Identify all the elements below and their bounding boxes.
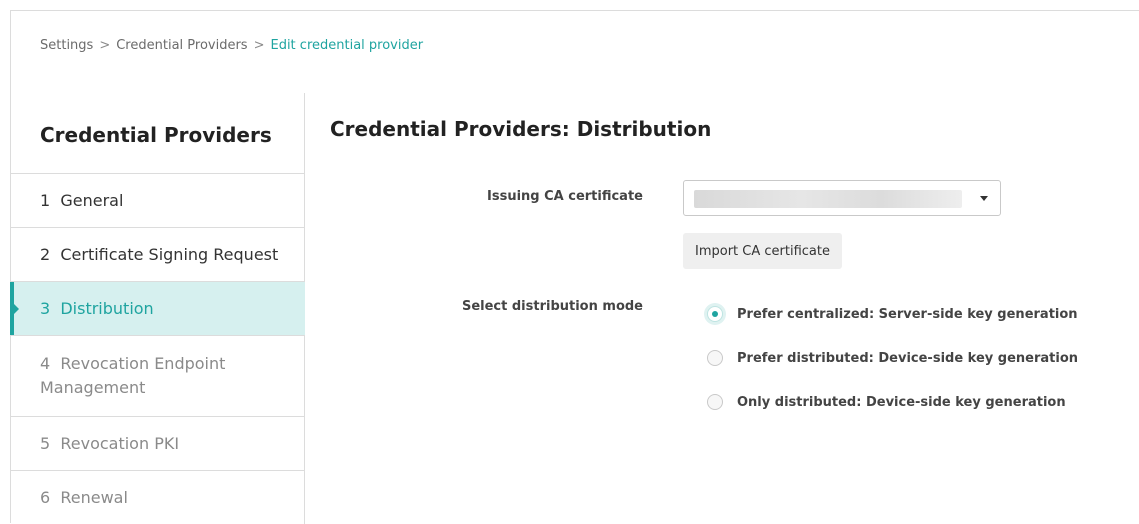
issuing-ca-certificate-label: Issuing CA certificate [487, 189, 643, 204]
radio-button[interactable] [707, 350, 723, 366]
sidebar-step-label-line2: Management [40, 378, 146, 397]
sidebar-step-revocation-endpoint-management[interactable]: 4 Revocation Endpoint Management [11, 335, 305, 416]
sidebar-title: Credential Providers [40, 123, 272, 147]
sidebar-step-label: 3 Distribution [40, 299, 154, 318]
breadcrumb-item-credential-providers[interactable]: Credential Providers [116, 38, 247, 53]
breadcrumb-separator: > [99, 38, 111, 53]
wizard-sidebar: Credential Providers 1 General 2 Certifi… [10, 93, 305, 524]
radio-button[interactable] [707, 394, 723, 410]
breadcrumb-item-settings[interactable]: Settings [40, 38, 93, 53]
sidebar-step-label: 4 Revocation Endpoint [40, 354, 226, 373]
sidebar-step-label: 2 Certificate Signing Request [40, 245, 279, 264]
chevron-down-icon [980, 196, 988, 201]
radio-option-prefer-centralized[interactable]: Prefer centralized: Server-side key gene… [707, 306, 1078, 322]
breadcrumb-separator: > [253, 38, 265, 53]
sidebar-step-distribution[interactable]: 3 Distribution [10, 281, 305, 335]
breadcrumb: Settings > Credential Providers > Edit crede… [40, 38, 423, 53]
active-step-indicator [10, 282, 19, 335]
issuing-ca-certificate-select[interactable] [683, 180, 1001, 216]
breadcrumb-current: Edit credential provider [270, 38, 424, 53]
import-ca-certificate-button[interactable]: Import CA certificate [683, 233, 842, 269]
redacted-value [694, 190, 962, 208]
page-title: Credential Providers: Distribution [330, 117, 712, 141]
app-frame: Settings > Credential Providers > Edit crede… [10, 10, 1139, 524]
sidebar-step-general[interactable]: 1 General [11, 173, 305, 227]
sidebar-step-label: 5 Revocation PKI [40, 434, 180, 453]
radio-option-prefer-distributed[interactable]: Prefer distributed: Device-side key gene… [707, 350, 1078, 366]
radio-label: Prefer centralized: Server-side key gene… [737, 306, 1078, 322]
radio-label: Only distributed: Device-side key genera… [737, 394, 1066, 410]
sidebar-step-label-wrap: 4 Revocation Endpoint Management [40, 352, 225, 400]
sidebar-step-renewal[interactable]: 6 Renewal [11, 470, 305, 524]
sidebar-step-label: 6 Renewal [40, 488, 128, 507]
radio-button-selected[interactable] [707, 306, 723, 322]
radio-option-only-distributed[interactable]: Only distributed: Device-side key genera… [707, 394, 1066, 410]
radio-label: Prefer distributed: Device-side key gene… [737, 350, 1079, 366]
sidebar-step-revocation-pki[interactable]: 5 Revocation PKI [11, 416, 305, 470]
distribution-mode-label: Select distribution mode [461, 299, 643, 314]
sidebar-step-label: 1 General [40, 191, 124, 210]
sidebar-step-certificate-signing-request[interactable]: 2 Certificate Signing Request [11, 227, 305, 281]
